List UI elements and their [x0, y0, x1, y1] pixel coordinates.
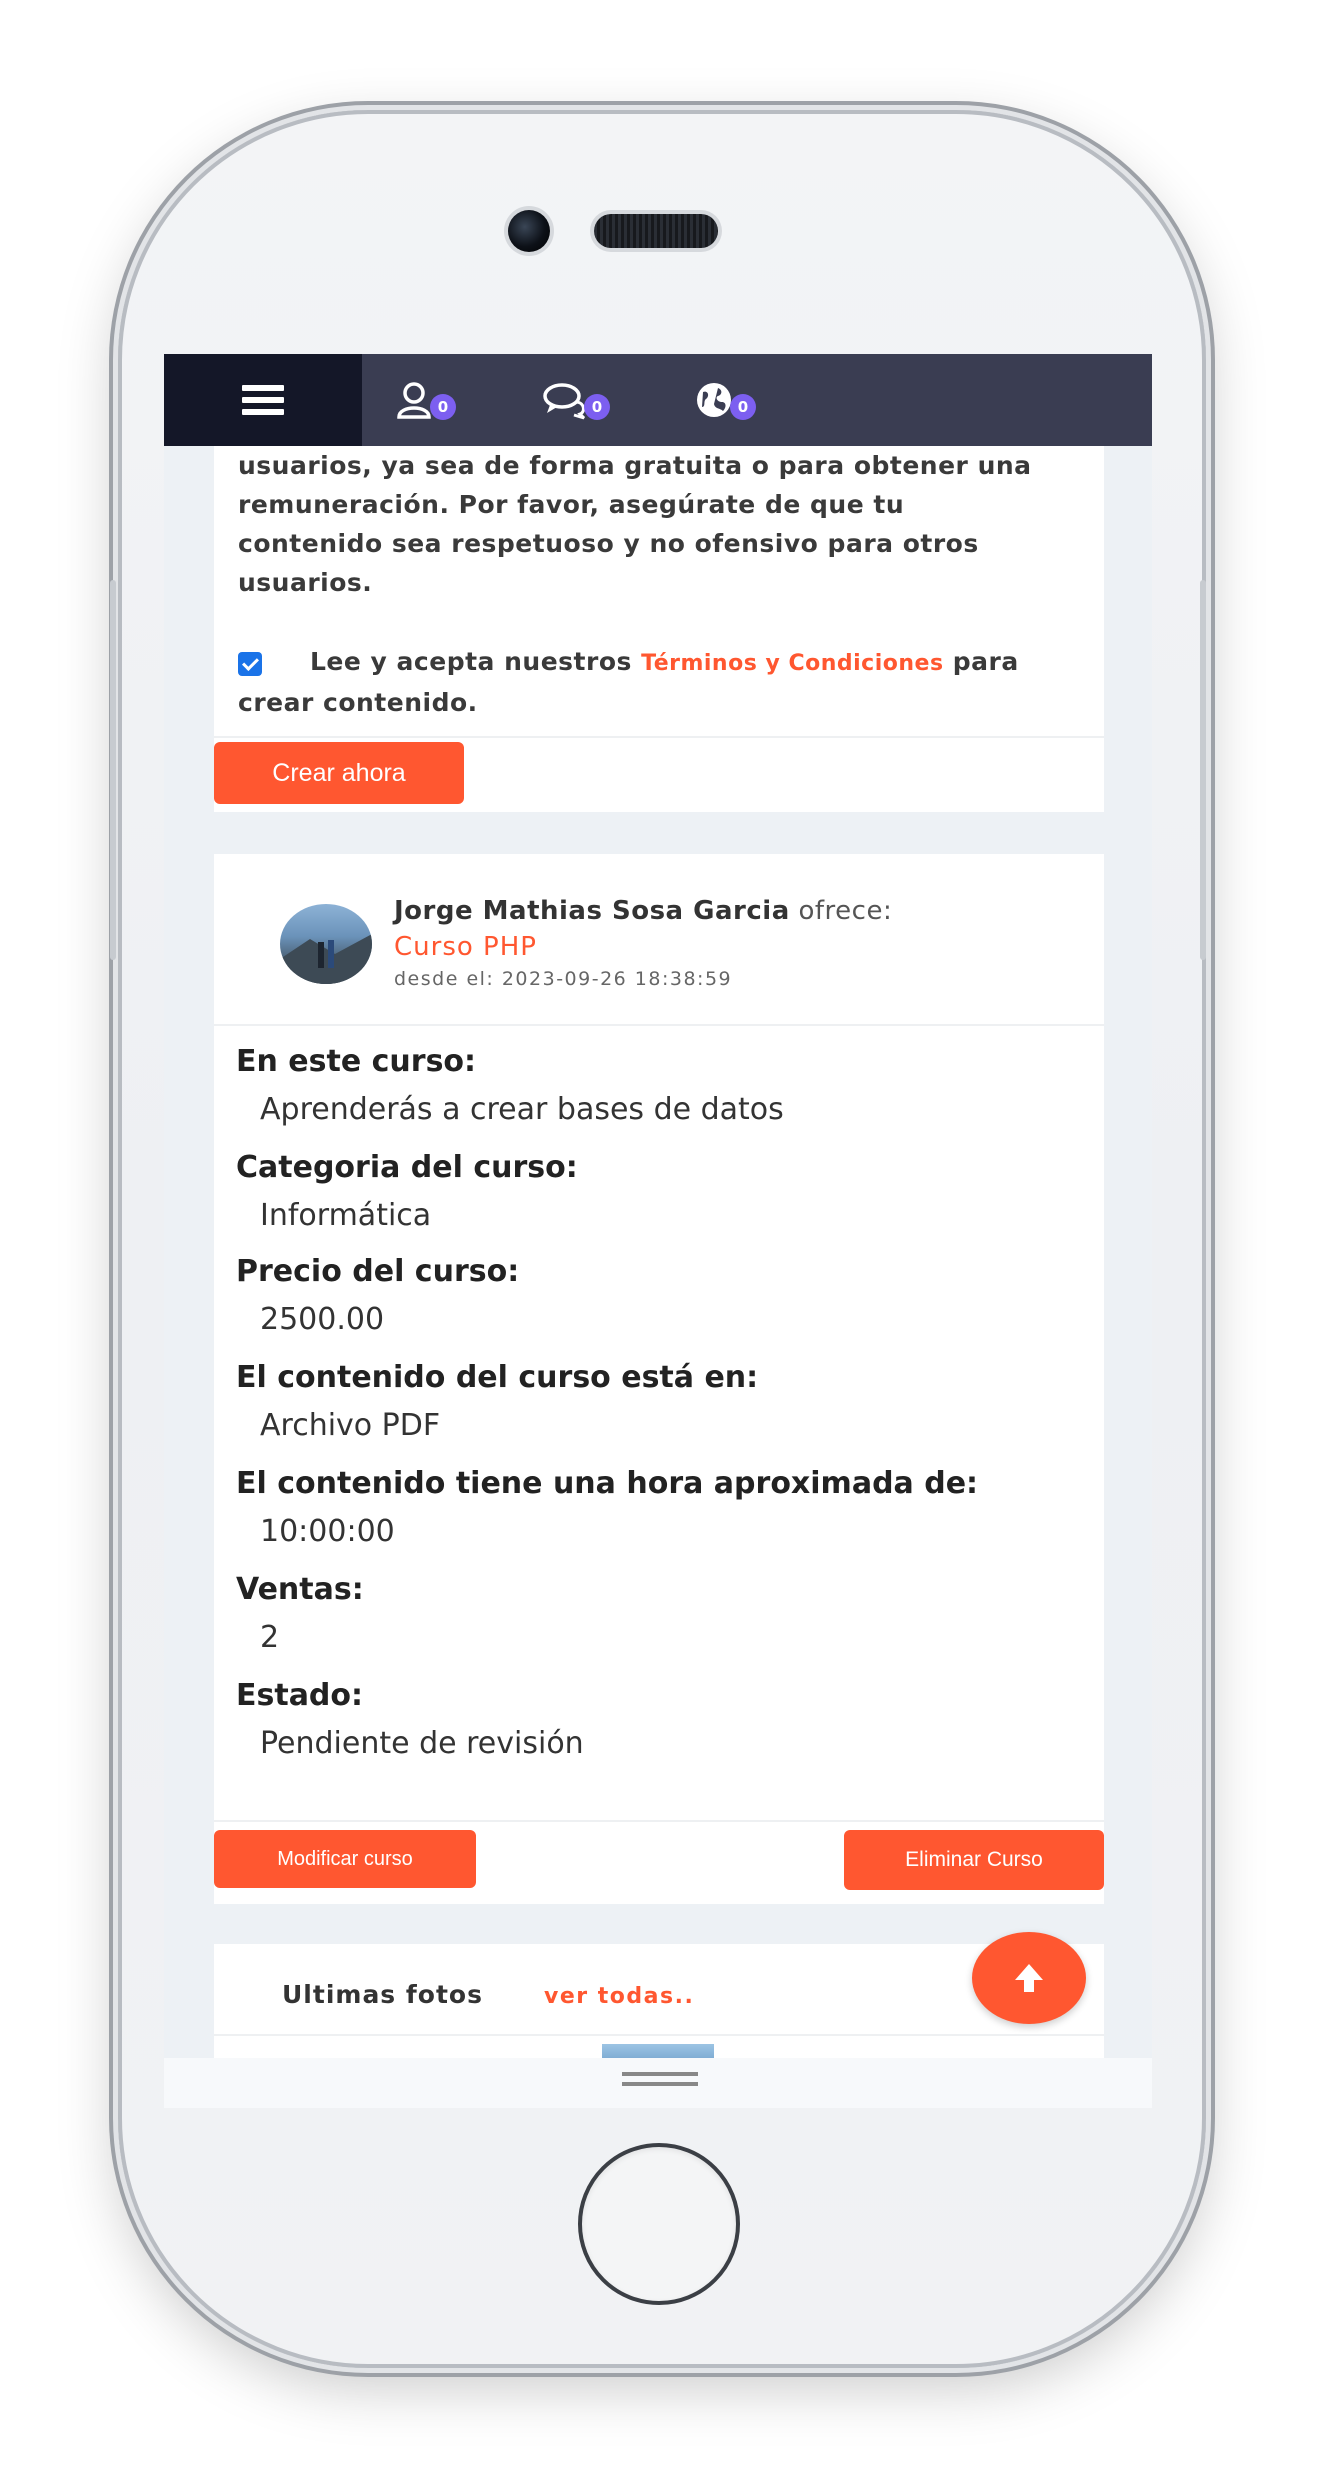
arrow-up-icon [1015, 1964, 1043, 1992]
course-title-link[interactable]: Curso PHP [394, 932, 537, 962]
phone-screen: 0 0 0 usuarios, ya sea de forma gratuita… [164, 354, 1152, 2108]
comments-icon [543, 383, 586, 420]
create-now-button[interactable]: Crear ahora [214, 742, 464, 804]
phone-side-button-right [1200, 580, 1206, 960]
nav-world[interactable]: 0 [694, 378, 756, 422]
divider [214, 1820, 1104, 1822]
globe-icon [697, 383, 731, 417]
detail-label-format: El contenido del curso está en: [236, 1360, 759, 1395]
detail-label-sales: Ventas: [236, 1572, 364, 1607]
terms-line-2: remuneración. Por favor, asegúrate de qu… [238, 490, 905, 519]
author-name[interactable]: Jorge Mathias Sosa Garcia [394, 896, 790, 926]
detail-label-status: Estado: [236, 1678, 364, 1713]
hamburger-icon [242, 379, 284, 421]
divider [214, 2034, 1104, 2036]
accept-suffix: para [952, 647, 1019, 676]
terms-line-3: contenido sea respetuoso y no ofensivo p… [238, 529, 979, 558]
top-navbar: 0 0 0 [164, 354, 1152, 446]
scroll-to-top-button[interactable] [972, 1932, 1086, 2024]
nav-users[interactable]: 0 [394, 378, 456, 422]
messages-count-badge: 0 [584, 394, 610, 420]
offers-text: ofrece: [798, 896, 893, 926]
menu-toggle-button[interactable] [164, 354, 362, 446]
detail-label-price: Precio del curso: [236, 1254, 520, 1289]
detail-value-duration: 10:00:00 [260, 1514, 395, 1549]
home-button[interactable] [578, 2143, 740, 2305]
terms-line-1: usuarios, ya sea de forma gratuita o par… [238, 451, 1032, 480]
accept-prefix: Lee y acepta nuestros [310, 647, 632, 676]
detail-label-duration: El contenido tiene una hora aproximada d… [236, 1466, 979, 1501]
divider [214, 736, 1104, 738]
detail-value-category: Informática [260, 1198, 432, 1233]
course-date: desde el: 2023-09-26 18:38:59 [394, 968, 733, 990]
terms-line-4: usuarios. [238, 568, 373, 597]
author-avatar [280, 904, 372, 984]
speaker-grille [594, 214, 718, 248]
home-indicator-line-1 [622, 2072, 698, 2076]
users-count-badge: 0 [430, 394, 456, 420]
modify-course-button[interactable]: Modificar curso [214, 1830, 476, 1888]
detail-label-content: En este curso: [236, 1044, 477, 1079]
detail-value-sales: 2 [260, 1620, 280, 1655]
home-indicator-area [164, 2058, 1152, 2108]
avatar-photo [280, 934, 372, 984]
detail-label-category: Categoria del curso: [236, 1150, 578, 1185]
phone-side-button-left [110, 580, 116, 960]
divider [214, 1024, 1104, 1026]
delete-course-button[interactable]: Eliminar Curso [844, 1830, 1104, 1890]
detail-value-status: Pendiente de revisión [260, 1726, 584, 1761]
detail-value-price: 2500.00 [260, 1302, 385, 1337]
create-content-card: usuarios, ya sea de forma gratuita o par… [214, 446, 1104, 812]
terms-description: usuarios, ya sea de forma gratuita o par… [238, 446, 1088, 602]
detail-value-format: Archivo PDF [260, 1408, 441, 1443]
world-count-badge: 0 [730, 394, 756, 420]
camera-icon [508, 210, 550, 252]
accept-line-2: crear contenido. [238, 688, 478, 717]
course-card: Jorge Mathias Sosa Garcia ofrece: Curso … [214, 854, 1104, 1904]
detail-value-content: Aprenderás a crear bases de datos [260, 1092, 784, 1127]
accept-terms-text: Lee y acepta nuestros Términos y Condici… [238, 642, 1088, 722]
user-icon [397, 382, 431, 419]
nav-messages[interactable]: 0 [542, 378, 610, 422]
home-indicator-line-2 [622, 2082, 698, 2086]
terms-link[interactable]: Términos y Condiciones [641, 651, 943, 676]
see-all-photos-link[interactable]: ver todas.. [544, 1984, 694, 2009]
author-line: Jorge Mathias Sosa Garcia ofrece: [394, 896, 892, 926]
photos-title: Ultimas fotos [282, 1980, 483, 2009]
